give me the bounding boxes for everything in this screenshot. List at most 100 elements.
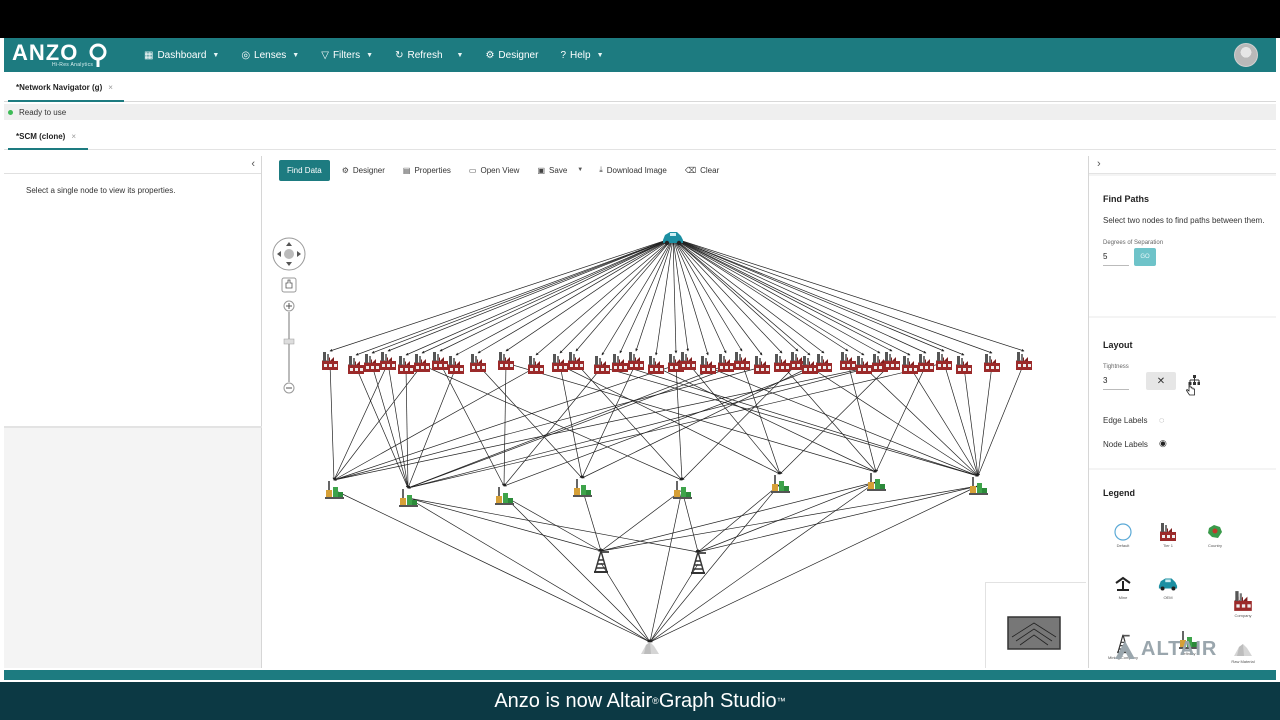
main-nav: ▦ Dashboard ▼ ◎ Lenses ▼ ▽ Filters ▼ ↻ R…	[144, 38, 626, 72]
download-image-label: Download Image	[606, 165, 667, 175]
legend-label: OEM	[1163, 595, 1173, 600]
tier1-node[interactable]	[734, 352, 750, 370]
tier1-node[interactable]	[754, 356, 770, 374]
tier1-node[interactable]	[470, 354, 486, 372]
tier1-node[interactable]	[680, 352, 696, 370]
tier1-node[interactable]	[528, 356, 544, 374]
download-image-button[interactable]: ⤓ Download Image	[599, 165, 667, 175]
tier1-node[interactable]	[884, 352, 900, 370]
tier1-node[interactable]	[802, 356, 818, 374]
raw-material-node[interactable]	[641, 642, 659, 654]
layout-section: Layout Tightness ✕ Edge Labels ◌ Node La…	[1089, 318, 1277, 468]
tier1-node[interactable]	[700, 356, 716, 374]
tier1-node[interactable]	[936, 352, 952, 370]
graph-edge	[333, 364, 423, 481]
eye-icon[interactable]: ◉	[1159, 438, 1167, 449]
degrees-input[interactable]	[1103, 248, 1129, 266]
tier1-node[interactable]	[380, 352, 396, 370]
nav-refresh[interactable]: ↻ Refresh ▼	[395, 38, 463, 72]
open-view-button[interactable]: ▭ Open View	[469, 166, 520, 175]
tier1-node[interactable]	[448, 356, 464, 374]
save-dropdown-icon[interactable]: ▼	[577, 167, 583, 173]
graph-canvas[interactable]: Find Data ⚙ Designer ▤ Properties ▭ Open…	[264, 156, 1086, 668]
nav-filters[interactable]: ▽ Filters ▼	[321, 38, 373, 72]
find-paths-description: Select two nodes to find paths between t…	[1103, 216, 1265, 225]
tier1-node[interactable]	[568, 352, 584, 370]
altair-logo: ALTAIR	[1113, 638, 1217, 661]
nav-dashboard[interactable]: ▦ Dashboard ▼	[144, 38, 219, 72]
tier1-node[interactable]	[648, 356, 664, 374]
tier1-node[interactable]	[1016, 352, 1032, 370]
zoom-controls[interactable]	[272, 237, 306, 394]
refinery-node[interactable]	[325, 481, 344, 499]
edge-labels-label: Edge Labels	[1103, 416, 1148, 425]
tier1-node[interactable]	[348, 356, 364, 374]
tier1-node[interactable]	[628, 352, 644, 370]
nav-lenses[interactable]: ◎ Lenses ▼	[241, 38, 299, 72]
tier1-node[interactable]	[856, 356, 872, 374]
graph-nodes[interactable]	[322, 232, 1032, 654]
tier1-node[interactable]	[398, 356, 414, 374]
graph-edge	[333, 364, 881, 481]
network-graph[interactable]	[264, 186, 1086, 668]
download-icon: ⤓	[599, 165, 603, 174]
tier1-node[interactable]	[594, 356, 610, 374]
find-data-button[interactable]: Find Data	[279, 159, 330, 181]
tier1-node[interactable]	[414, 354, 430, 372]
chevron-left-icon[interactable]: ‹	[251, 158, 255, 170]
chevron-right-icon[interactable]: ›	[1097, 158, 1101, 170]
refinery-node[interactable]	[399, 489, 418, 507]
designer-button[interactable]: ⚙ Designer	[342, 166, 385, 175]
mining-company-node[interactable]	[593, 550, 610, 574]
graph-edge	[601, 366, 979, 477]
refinery-node[interactable]	[969, 477, 988, 495]
mining-company-node[interactable]	[690, 551, 707, 575]
refinery-node[interactable]	[573, 479, 592, 497]
properties-button[interactable]: ▤ Properties	[403, 166, 451, 175]
tier1-node[interactable]	[840, 352, 856, 370]
tightness-input[interactable]	[1103, 372, 1129, 390]
graph-edge	[672, 237, 811, 356]
graph-edge	[329, 237, 674, 352]
refinery-node[interactable]	[867, 473, 886, 491]
eye-slash-icon[interactable]: ◌	[1159, 415, 1164, 425]
graph-edge	[503, 495, 651, 643]
tier1-node[interactable]	[918, 354, 934, 372]
tier1-node[interactable]	[956, 356, 972, 374]
go-button[interactable]: GO	[1134, 248, 1156, 266]
anzo-logo[interactable]: ANZO Hi-Res Analytics	[4, 38, 130, 72]
panel-splitter[interactable]	[4, 426, 262, 428]
save-icon: ▣	[537, 165, 546, 175]
close-icon[interactable]: ×	[71, 132, 76, 141]
tab-scm-clone[interactable]: *SCM (clone) ×	[8, 124, 88, 150]
tier1-node[interactable]	[322, 352, 338, 370]
refinery-node[interactable]	[771, 475, 790, 493]
tier1-node[interactable]	[364, 354, 380, 372]
save-button[interactable]: ▣ Save	[537, 166, 567, 175]
graph-minimap[interactable]	[985, 582, 1086, 668]
tab-network-navigator[interactable]: *Network Navigator (g) ×	[8, 74, 124, 102]
graph-edge	[503, 495, 602, 552]
app-window: ANZO Hi-Res Analytics ▦ Dashboard ▼ ◎ Le…	[0, 38, 1280, 720]
layout-title: Layout	[1103, 340, 1133, 350]
properties-content	[4, 174, 261, 426]
refinery-node[interactable]	[673, 481, 692, 499]
tier1-node[interactable]	[552, 354, 568, 372]
nav-help[interactable]: ? Help ▼	[560, 38, 603, 72]
force-layout-button[interactable]: ✕	[1146, 372, 1176, 390]
tier1-node[interactable]	[984, 354, 1000, 372]
clear-button[interactable]: ⌫ Clear	[685, 166, 719, 175]
tier1-node[interactable]	[902, 356, 918, 374]
close-icon[interactable]: ×	[108, 83, 113, 92]
nav-designer[interactable]: ⚙ Designer	[485, 38, 538, 72]
tier1-node[interactable]	[498, 352, 514, 370]
tier1-node[interactable]	[612, 354, 628, 372]
tier1-node[interactable]	[432, 352, 448, 370]
tier1-node[interactable]	[816, 354, 832, 372]
tier1-node[interactable]	[774, 354, 790, 372]
graph-edge	[672, 237, 825, 354]
user-avatar[interactable]	[1234, 43, 1258, 67]
refinery-node[interactable]	[495, 487, 514, 505]
company-icon	[1234, 591, 1252, 611]
tier1-node[interactable]	[718, 354, 734, 372]
